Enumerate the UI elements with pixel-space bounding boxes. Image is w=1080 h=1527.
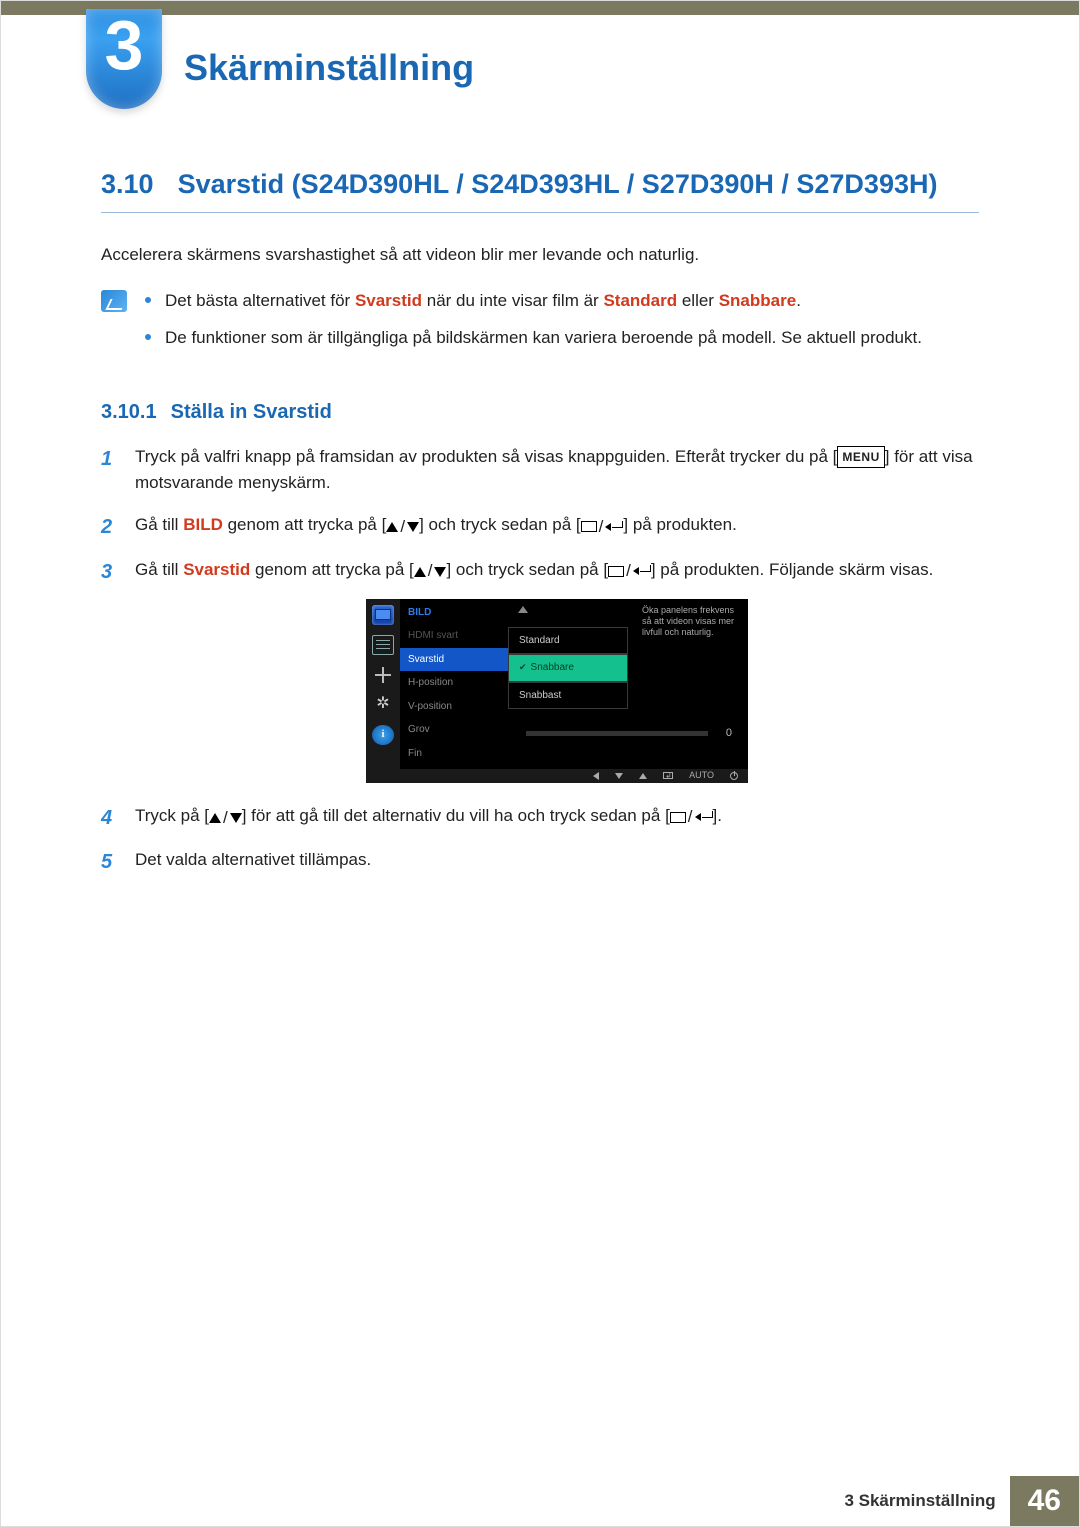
osd-sidebar: ✲ i xyxy=(366,599,400,769)
osd-screenshot: ✲ i BILD HDMI svart Svarstid H-position … xyxy=(135,599,979,783)
note-box: Det bästa alternativet för Svarstid när … xyxy=(101,288,979,363)
chapter-number-badge: 3 xyxy=(86,9,162,109)
up-down-icon: / xyxy=(209,805,242,831)
step-3: Gå till Svarstid genom att trycka på [/]… xyxy=(101,557,979,783)
subsection-heading: 3.10.1 Ställa in Svarstid xyxy=(101,401,979,424)
osd-navbar: AUTO xyxy=(366,769,748,783)
page: 3 Skärminställning 3.10 Svarstid (S24D39… xyxy=(0,0,1080,1527)
footer-page-number: 46 xyxy=(1010,1476,1079,1526)
note-icon xyxy=(101,290,127,312)
osd-item-grov: Grov xyxy=(400,718,508,742)
osd-menu-title: BILD xyxy=(400,599,508,625)
osd-panel: ✲ i BILD HDMI svart Svarstid H-position … xyxy=(366,599,748,783)
osd-settings-icon: ✲ xyxy=(372,695,394,715)
section-intro: Accelerera skärmens svarshastighet så at… xyxy=(101,243,979,268)
osd-nav-power-icon xyxy=(730,772,738,780)
up-down-icon: / xyxy=(414,558,447,584)
up-down-icon: / xyxy=(386,514,419,540)
note-item: De funktioner som är tillgängliga på bil… xyxy=(145,325,979,351)
highlight-snabbare: Snabbare xyxy=(719,291,796,310)
footer-chapter-label: 3 Skärminställning xyxy=(844,1491,1009,1511)
highlight-bild: BILD xyxy=(183,515,223,534)
osd-nav-auto: AUTO xyxy=(689,769,714,783)
source-enter-icon: / xyxy=(608,558,651,584)
osd-item-svarstid: Svarstid xyxy=(400,648,508,672)
step-2: Gå till BILD genom att trycka på [/] och… xyxy=(101,512,979,540)
osd-nav-enter-icon xyxy=(663,772,673,779)
section-title: Svarstid (S24D390HL / S24D393HL / S27D39… xyxy=(178,169,979,200)
osd-list-icon xyxy=(372,635,394,655)
osd-info-icon: i xyxy=(372,725,394,745)
osd-nav-up-icon xyxy=(639,773,647,779)
content: 3.10 Svarstid (S24D390HL / S24D393HL / S… xyxy=(1,109,1079,873)
osd-option-snabbare: Snabbare xyxy=(508,654,628,682)
osd-option-snabbast: Snabbast xyxy=(508,682,628,710)
step-list: Tryck på valfri knapp på framsidan av pr… xyxy=(101,444,979,874)
osd-nav-left-icon xyxy=(593,772,599,780)
note-item: Det bästa alternativet för Svarstid när … xyxy=(145,288,979,314)
source-enter-icon: / xyxy=(670,804,713,830)
step-1: Tryck på valfri knapp på framsidan av pr… xyxy=(101,444,979,497)
chapter-header: 3 Skärminställning xyxy=(1,9,1079,109)
menu-button-chip: MENU xyxy=(837,446,884,469)
osd-move-icon xyxy=(372,665,394,685)
source-enter-icon: / xyxy=(581,514,624,540)
osd-item-fin: Fin xyxy=(400,742,508,766)
section-heading: 3.10 Svarstid (S24D390HL / S24D393HL / S… xyxy=(101,169,979,213)
osd-item-hdmi: HDMI svart xyxy=(400,624,508,648)
osd-option-standard: Standard xyxy=(508,627,628,655)
step-4: Tryck på [/] för att gå till det alterna… xyxy=(101,803,979,831)
highlight-svarstid: Svarstid xyxy=(355,291,422,310)
highlight-standard: Standard xyxy=(603,291,677,310)
osd-menu: BILD HDMI svart Svarstid H-position V-po… xyxy=(400,599,508,769)
osd-item-hposition: H-position xyxy=(400,671,508,695)
subsection-number: 3.10.1 xyxy=(101,401,157,423)
osd-picture-icon xyxy=(372,605,394,625)
osd-up-arrow-icon xyxy=(518,606,528,613)
subsection-title: Ställa in Svarstid xyxy=(171,401,332,423)
osd-help-text: Öka panelens frekvens så att videon visa… xyxy=(642,605,742,639)
osd-slider-value: 0 xyxy=(726,725,732,742)
page-footer: 3 Skärminställning 46 xyxy=(1,1476,1079,1526)
section-number: 3.10 xyxy=(101,169,154,200)
chapter-title: Skärminställning xyxy=(184,47,474,89)
osd-submenu: Standard Snabbare Snabbast xyxy=(508,599,628,769)
osd-slider xyxy=(526,731,708,736)
osd-item-vposition: V-position xyxy=(400,695,508,719)
step-5: Det valda alternativet tillämpas. xyxy=(101,847,979,873)
osd-nav-down-icon xyxy=(615,773,623,779)
highlight-svarstid-step: Svarstid xyxy=(183,560,250,579)
